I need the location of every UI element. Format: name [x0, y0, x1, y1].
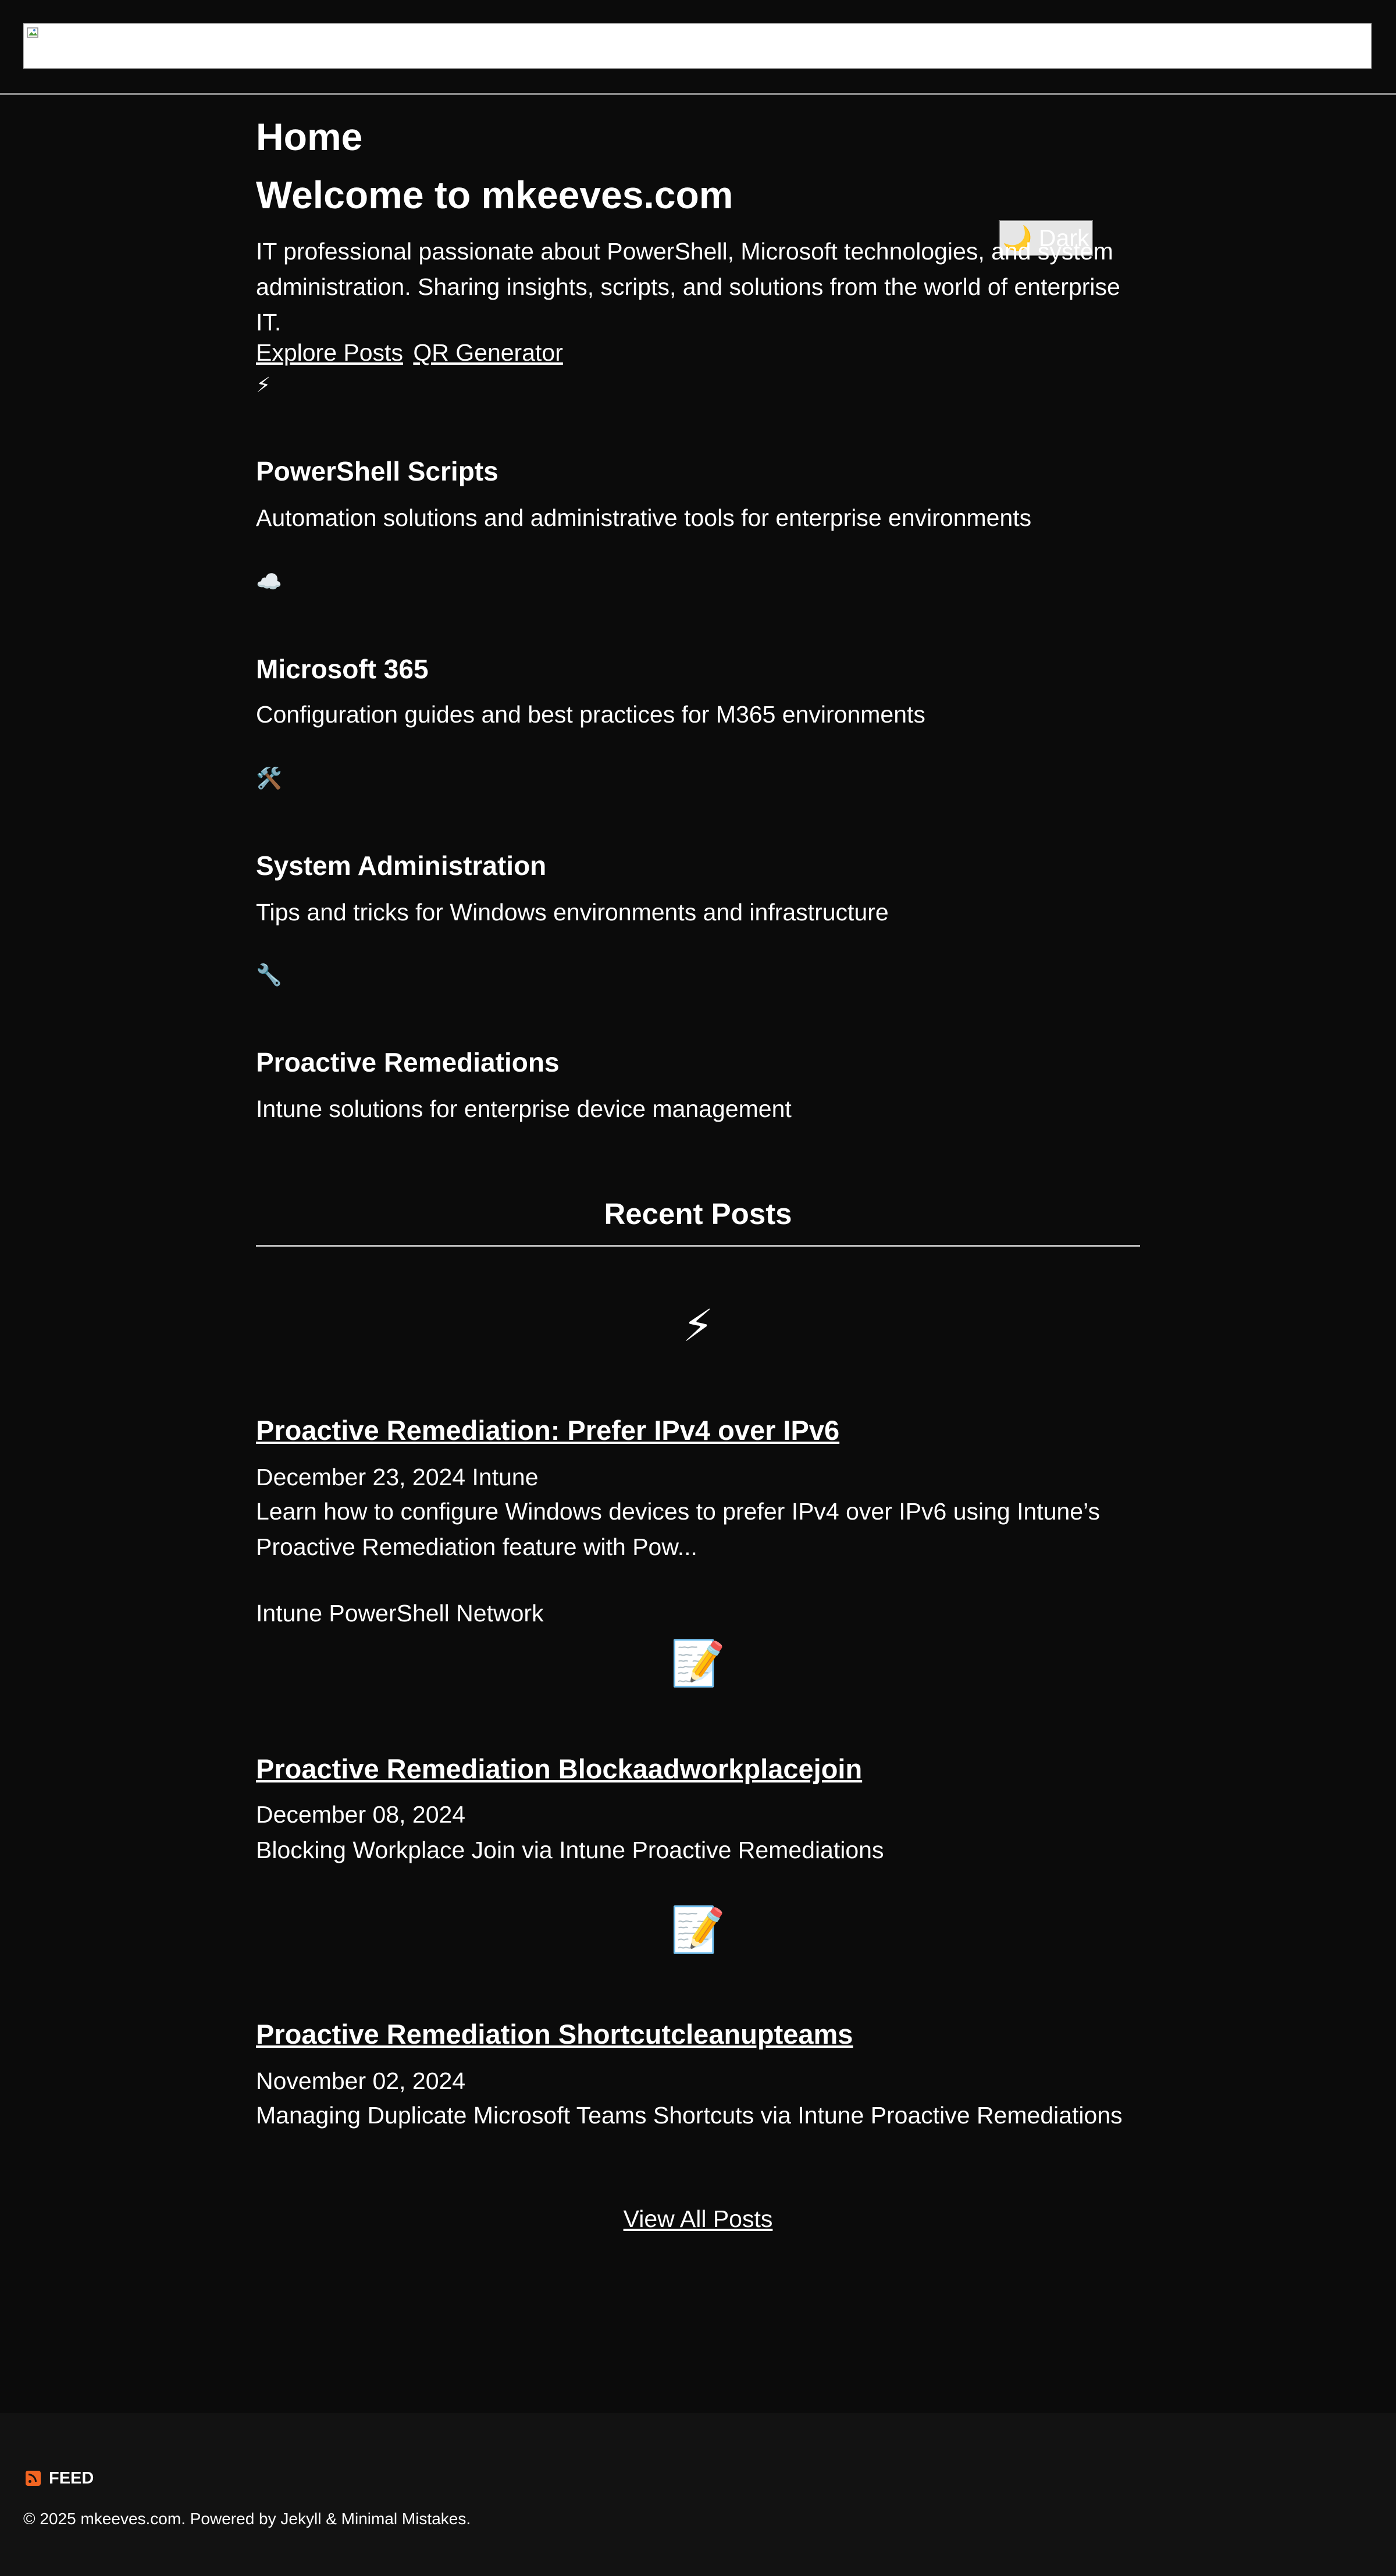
- copyright-text: © 2025 mkeeves.com. Powered by Jekyll & …: [23, 2510, 471, 2528]
- cloud-icon: ☁️: [256, 570, 282, 593]
- post-meta: December 08, 2024: [256, 1801, 466, 1828]
- post-tags: Intune PowerShell Network: [256, 1600, 544, 1627]
- post-title-link[interactable]: Proactive Remediation: Prefer IPv4 over …: [256, 1412, 839, 1449]
- lightning-icon: ⚡: [256, 373, 271, 397]
- post-title-link[interactable]: Proactive Remediation Shortcutcleanuptea…: [256, 2016, 853, 2052]
- wrench-icon: 🔧: [256, 963, 282, 987]
- post-meta: November 02, 2024: [256, 2068, 466, 2094]
- category-description: Automation solutions and administrative …: [256, 504, 1032, 531]
- page-footer: FEED © 2025 mkeeves.com. Powered by Jeky…: [0, 2413, 1396, 2576]
- category-description: Configuration guides and best practices …: [256, 701, 925, 728]
- category-title: System Administration: [256, 851, 547, 881]
- category-title: Proactive Remediations: [256, 1047, 560, 1077]
- memo-icon: 📝: [670, 1639, 726, 1688]
- post-excerpt: Managing Duplicate Microsoft Teams Short…: [256, 2102, 1123, 2129]
- hero-links: Explore Posts QR Generator: [256, 336, 567, 369]
- post-excerpt: Blocking Workplace Join via Intune Proac…: [256, 1837, 884, 1863]
- post-title-link[interactable]: Proactive Remediation Blockaadworkplacej…: [256, 1751, 862, 1787]
- category-title: PowerShell Scripts: [256, 456, 498, 486]
- view-all-posts-link[interactable]: View All Posts: [624, 2205, 773, 2232]
- recent-posts-heading: Recent Posts: [604, 1197, 792, 1230]
- masthead: [0, 0, 1396, 93]
- lightning-icon: ⚡: [682, 1301, 714, 1351]
- explore-posts-link[interactable]: Explore Posts: [256, 339, 403, 366]
- recent-posts-divider: [256, 1245, 1140, 1247]
- masthead-divider: [0, 93, 1396, 95]
- page-title: Home: [256, 115, 363, 158]
- broken-image-icon: [27, 27, 38, 38]
- category-description: Intune solutions for enterprise device m…: [256, 1095, 792, 1122]
- welcome-heading: Welcome to mkeeves.com: [256, 173, 733, 216]
- post-excerpt: Learn how to configure Windows devices t…: [256, 1498, 1100, 1560]
- post-meta: December 23, 2024 Intune: [256, 1464, 539, 1490]
- category-title: Microsoft 365: [256, 654, 429, 684]
- tools-icon: 🛠️: [256, 766, 282, 790]
- rss-icon: [26, 2471, 41, 2486]
- site-logo-link[interactable]: [23, 23, 1372, 69]
- view-all-container: View All Posts: [256, 2203, 1140, 2235]
- feed-label: FEED: [49, 2469, 94, 2488]
- intro-paragraph: IT professional passionate about PowerSh…: [256, 238, 1120, 336]
- memo-icon: 📝: [670, 1905, 726, 1955]
- category-description: Tips and tricks for Windows environments…: [256, 899, 889, 926]
- feed-link[interactable]: FEED: [26, 2467, 94, 2490]
- qr-generator-link[interactable]: QR Generator: [413, 339, 563, 366]
